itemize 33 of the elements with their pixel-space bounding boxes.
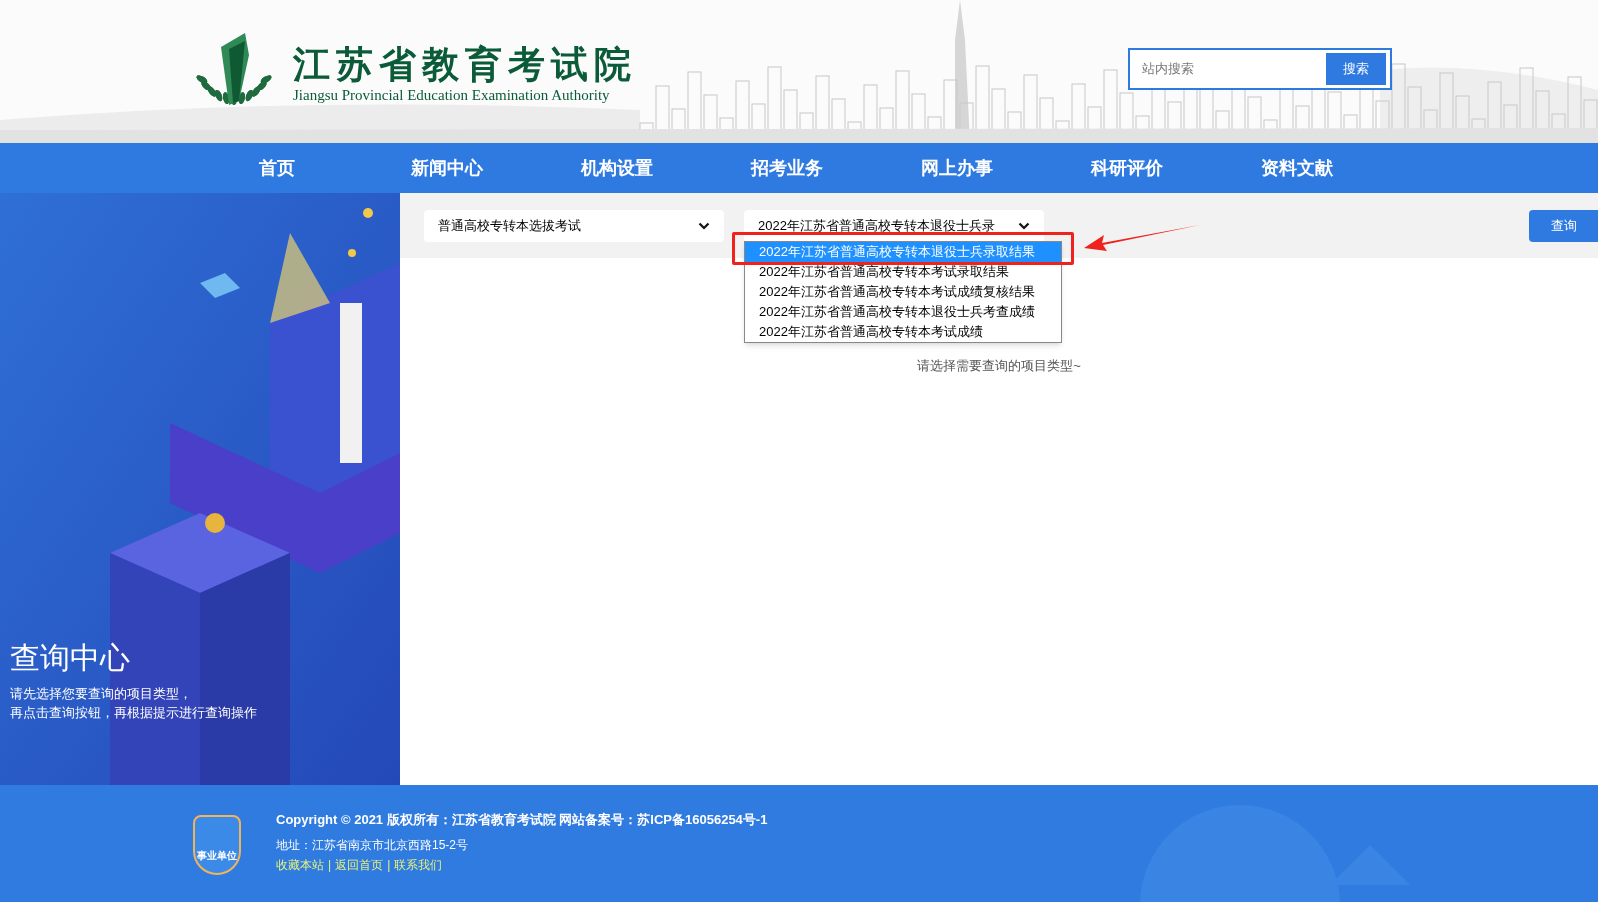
sidebar-description: 请先选择您要查询的项目类型， bbox=[10, 685, 193, 703]
copyright-text: Copyright © 2021 版权所有：江苏省教育考试院 网站备案号：苏ICP备16056254号-1 bbox=[276, 811, 768, 829]
nav-link[interactable]: 新闻中心 bbox=[362, 154, 532, 182]
dropdown-option[interactable]: 2022年江苏省普通高校专转本退役士兵考查成绩 bbox=[745, 302, 1061, 322]
link-separator: | bbox=[387, 857, 391, 874]
nav-link[interactable]: 资料文献 bbox=[1212, 154, 1382, 182]
dropdown-option[interactable]: 2022年江苏省普通高校专转本退役士兵录取结果 bbox=[745, 242, 1061, 262]
search-field[interactable]: 站内搜索 搜索 bbox=[1128, 48, 1392, 90]
address-text: 地址：江苏省南京市北京西路15-2号 bbox=[276, 837, 470, 854]
dropdown-option[interactable]: 2022年江苏省普通高校专转本考试成绩复核结果 bbox=[745, 282, 1061, 302]
chevron-down-icon bbox=[698, 221, 710, 230]
sidebar-title: 查询中心 bbox=[10, 640, 131, 676]
nav-link[interactable]: 机构设置 bbox=[532, 154, 702, 182]
dropdown-option[interactable]: 2022年江苏省普通高校专转本考试成绩 bbox=[745, 322, 1061, 342]
footer-link[interactable]: 返回首页 bbox=[335, 856, 384, 874]
site-title: 江苏省教育考试院 bbox=[293, 44, 637, 86]
search-button[interactable]: 搜索 bbox=[1326, 53, 1386, 85]
footer-link[interactable]: 联系我们 bbox=[394, 856, 443, 874]
site-subtitle: Jiangsu Provincial Education Examination Authority bbox=[293, 86, 611, 104]
nav-link[interactable]: 招考业务 bbox=[702, 154, 872, 182]
chevron-down-icon bbox=[1018, 221, 1030, 230]
category-select[interactable]: 普通高校专转本选拔考试 bbox=[424, 209, 724, 242]
dropdown-option[interactable]: 2022年江苏省普通高校专转本考试录取结果 bbox=[745, 262, 1061, 282]
nav-link[interactable]: 首页 bbox=[192, 154, 362, 182]
badge-label: 事业单位 bbox=[197, 849, 237, 863]
link-separator: | bbox=[328, 857, 332, 874]
footer-link[interactable]: 收藏本站 bbox=[276, 856, 324, 874]
hint-text: 请选择需要查询的项目类型~ bbox=[917, 357, 1081, 375]
nav-link[interactable]: 网上办事 bbox=[872, 154, 1042, 182]
sidebar-description: 再点击查询按钮，再根据提示进行查询操作 bbox=[10, 704, 257, 722]
item-select[interactable]: 2022年江苏省普通高校专转本退役士兵录 bbox=[744, 209, 1044, 242]
query-button[interactable]: 查询 bbox=[1529, 209, 1598, 242]
nav-link[interactable]: 科研评价 bbox=[1042, 154, 1212, 182]
